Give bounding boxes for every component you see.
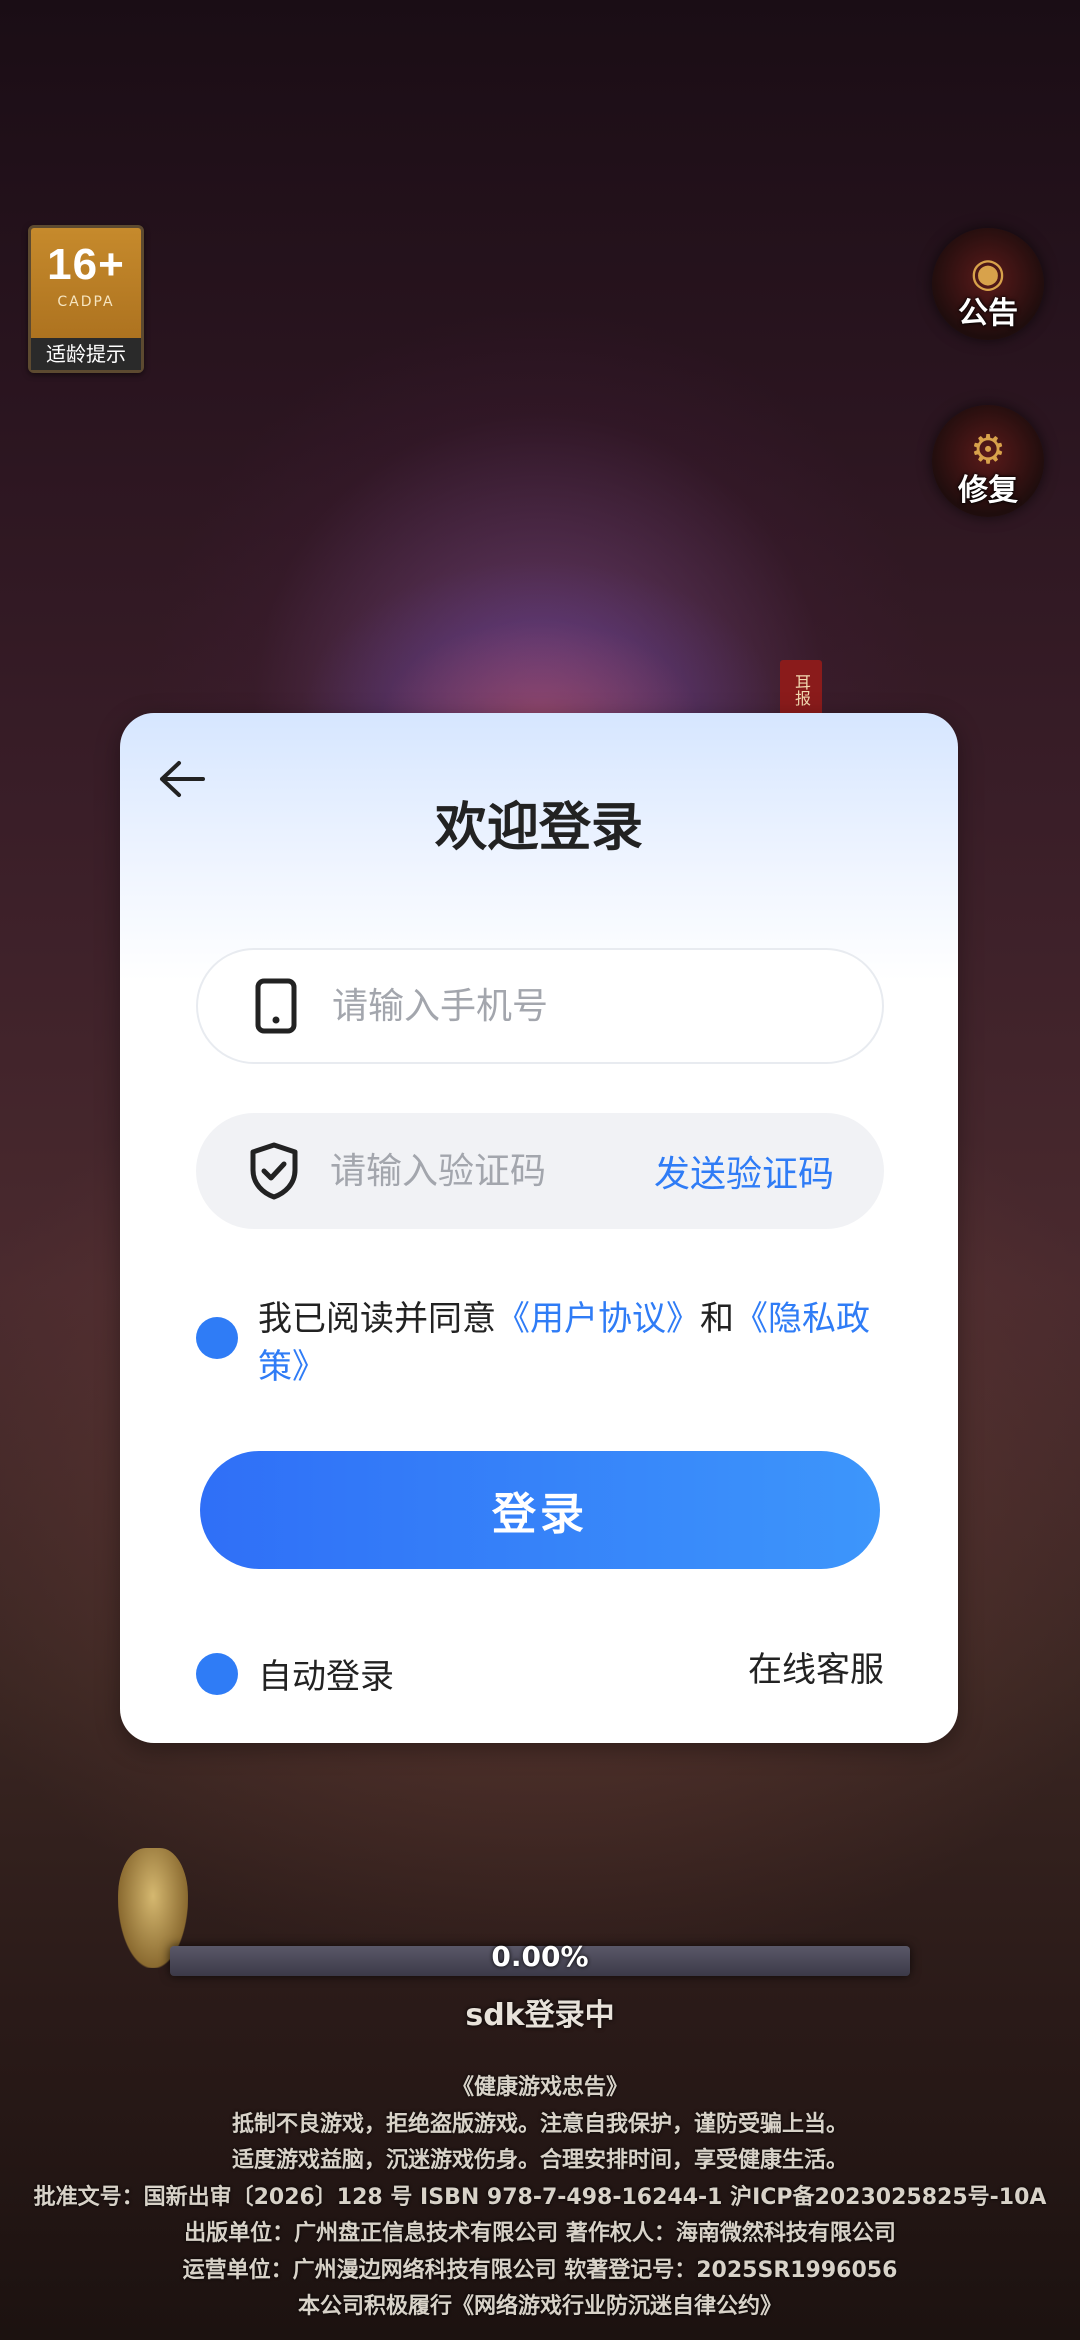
eye-emblem-icon: ◉ <box>970 250 1006 296</box>
loading-progress-bar: 0.00% <box>170 1940 910 1976</box>
auto-login-checkbox[interactable] <box>196 1652 238 1695</box>
repair-button[interactable]: ⚙ 修复 <box>932 405 1044 517</box>
notice-line: 批准文号：国新出审〔2026〕128 号 ISBN 978-7-498-1624… <box>33 2184 1047 2210</box>
agreement-text: 我已阅读并同意《用户协议》和《隐私政策》 <box>258 1295 896 1391</box>
phone-field[interactable] <box>196 948 884 1064</box>
phone-input[interactable] <box>332 985 632 1027</box>
login-dialog: 欢迎登录 发送验证码 我已阅读并同意《用户协议》和《隐私政策》 登录 自动登录 <box>120 713 958 1743</box>
gear-anvil-icon: ⚙ <box>970 427 1006 473</box>
code-input[interactable] <box>330 1150 630 1192</box>
notice-line: 《健康游戏忠告》 <box>451 2075 628 2100</box>
online-service-link[interactable]: 在线客服 <box>748 1649 884 1691</box>
phone-icon <box>246 976 306 1036</box>
agreement-prefix: 我已阅读并同意 <box>258 1299 496 1339</box>
health-notice: 《健康游戏忠告》 抵制不良游戏，拒绝盗版游戏。注意自我保护，谨防受骗上当。 适度… <box>0 2070 1080 2326</box>
notice-line: 出版单位：广州盘正信息技术有限公司 著作权人：海南微然科技有限公司 <box>184 2221 896 2246</box>
notice-line: 运营单位：广州漫边网络科技有限公司 软著登记号：2025SR1996056 <box>182 2257 898 2283</box>
age-rating-value: 16+ <box>47 240 125 289</box>
auto-login-label: 自动登录 <box>258 1657 394 1697</box>
age-rating-tip: 适龄提示 <box>31 338 141 370</box>
loading-status: sdk登录中 <box>465 1998 615 2033</box>
code-field[interactable]: 发送验证码 <box>196 1113 884 1229</box>
dialog-title: 欢迎登录 <box>434 798 643 858</box>
user-agreement-link[interactable]: 《用户协议》 <box>496 1299 700 1339</box>
agreement-and: 和 <box>700 1299 734 1339</box>
agreement-row: 我已阅读并同意《用户协议》和《隐私政策》 <box>196 1295 896 1391</box>
notice-button[interactable]: ◉ 公告 <box>932 228 1044 340</box>
agreement-checkbox[interactable] <box>196 1317 238 1359</box>
notice-line: 适度游戏益脑，沉迷游戏伤身。合理安排时间，享受健康生活。 <box>231 2148 848 2173</box>
seal-tag: 耳报 <box>780 660 822 720</box>
notice-line: 抵制不良游戏，拒绝盗版游戏。注意自我保护，谨防受骗上当。 <box>231 2111 848 2137</box>
age-rating-org: CADPA <box>57 294 115 310</box>
shield-check-icon <box>244 1141 304 1201</box>
age-rating-badge[interactable]: 16+ CADPA 适龄提示 <box>28 225 144 373</box>
auto-login-row[interactable]: 自动登录 <box>196 1649 394 1698</box>
notice-line: 本公司积极履行《网络游戏行业防沉迷自律公约》 <box>297 2294 782 2319</box>
login-button[interactable]: 登录 <box>200 1451 880 1569</box>
send-code-button[interactable]: 发送验证码 <box>654 1145 834 1197</box>
progress-percent: 0.00% <box>491 1940 589 1973</box>
